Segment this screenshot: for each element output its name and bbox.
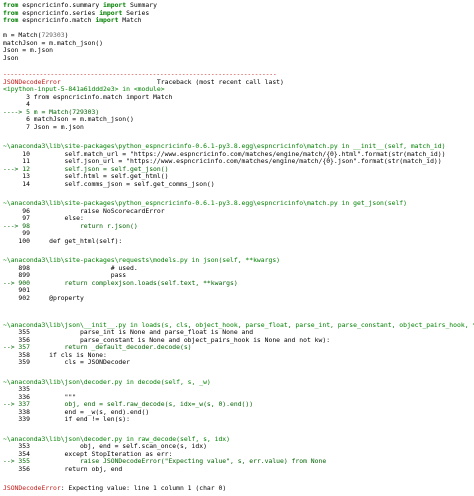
traceback-line: 902 @property	[3, 293, 84, 302]
code-line: from espncricinfo.match import Match	[3, 16, 142, 24]
frame-block: 355 parse_int is None and parse_float is…	[3, 328, 471, 367]
traceback-header: Traceback (most recent call last)	[156, 77, 284, 86]
code-line: Json = m.json	[3, 46, 54, 54]
final-error-name: JSONDecodeError	[3, 484, 61, 492]
traceback-line: ---> 98 return r.json()	[3, 221, 138, 230]
traceback-line: 14 self.comms_json = self.get_comms_json…	[3, 179, 215, 188]
traceback-line: 3 from espncricinfo.match import Match	[3, 92, 173, 101]
frame-block: 353 obj, end = self.scan_once(s, idx) 35…	[3, 442, 471, 473]
frame-block: 10 self.match_url = "https://www.espncri…	[3, 150, 471, 189]
frame-block: 335 336 """ --> 337 obj, end = self.raw_d…	[3, 385, 471, 424]
code-line: matchJson = m.match_json()	[3, 38, 104, 47]
frame-block: 96 raise NoScorecardError 97 else: ---> 9…	[3, 207, 471, 246]
code-line: Json	[3, 53, 19, 62]
traceback-line: 339 if end != len(s):	[3, 415, 130, 423]
frame-block: 3 from espncricinfo.match import Match 4…	[3, 92, 471, 132]
frame-block: 898 # used. 899 pass --> 900 return compl…	[3, 264, 471, 303]
traceback-line: 359 cls = JSONDecoder	[3, 358, 130, 366]
final-error-message: : Expecting value: line 1 column 1 (char…	[60, 484, 227, 492]
final-error: JSONDecodeError: Expecting value: line 1…	[3, 484, 471, 493]
traceback-line: 100 def get_html(self):	[3, 236, 123, 245]
traceback-line: --> 900 return complexjson.loads(self.te…	[3, 278, 238, 287]
traceback-line: 356 return obj, end	[3, 464, 123, 473]
traceback-line: 7 Json = m.json	[3, 122, 84, 131]
traceback-output: ----------------------------------------…	[3, 70, 474, 493]
code-input-cell[interactable]: from espncricinfo.summary import Summary…	[3, 1, 471, 62]
frame-head: ~\anaconda3\lib\json\decoder.py in decod…	[3, 377, 211, 386]
